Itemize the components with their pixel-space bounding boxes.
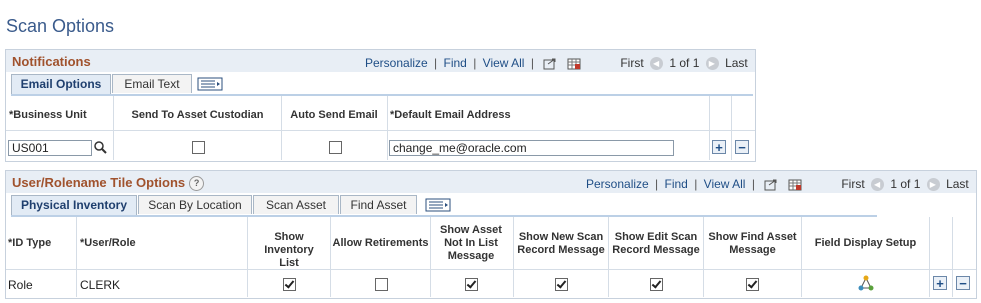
notifications-header: Notifications Personalize | Find | View … xyxy=(6,50,755,72)
show-edit-scan-checkbox[interactable] xyxy=(650,278,663,291)
first-label: First xyxy=(841,177,865,191)
id-type-value: Role xyxy=(8,278,33,292)
notifications-grid: Notifications Personalize | Find | View … xyxy=(5,49,756,162)
last-label: Last xyxy=(725,56,748,70)
delete-row-button[interactable]: − xyxy=(735,140,749,154)
personalize-link[interactable]: Personalize xyxy=(586,177,649,191)
col-field-display: Field Display Setup xyxy=(814,237,917,249)
add-row-button[interactable]: + xyxy=(712,140,726,154)
divider xyxy=(76,217,77,297)
nav-separator: | xyxy=(751,177,755,191)
personalize-link[interactable]: Personalize xyxy=(365,56,428,70)
zoom-icon[interactable] xyxy=(764,179,778,191)
tab-menu-icon[interactable] xyxy=(425,198,451,212)
tile-options-title-text: User/Rolename Tile Options xyxy=(12,175,186,190)
tab-find-asset[interactable]: Find Asset xyxy=(340,195,417,214)
tab-scan-by-location[interactable]: Scan By Location xyxy=(138,195,252,214)
tile-options-nav: Personalize | Find | View All | First ◀ … xyxy=(586,177,969,192)
next-icon[interactable]: ▶ xyxy=(926,178,940,192)
tab-menu-icon[interactable] xyxy=(197,77,223,91)
last-label: Last xyxy=(946,177,969,191)
tab-underline xyxy=(11,215,877,217)
notifications-nav: Personalize | Find | View All | First ◀ … xyxy=(365,56,748,71)
divider xyxy=(6,130,755,131)
show-inventory-list-checkbox[interactable] xyxy=(283,278,296,291)
view-all-link[interactable]: View All xyxy=(704,177,746,191)
divider xyxy=(430,217,431,297)
business-unit-input[interactable] xyxy=(8,140,92,156)
col-send-custodian: Send To Asset Custodian xyxy=(131,109,264,121)
view-all-link[interactable]: View All xyxy=(483,56,525,70)
tile-options-grid: User/Rolename Tile Options? Personalize … xyxy=(5,170,977,299)
divider xyxy=(330,217,331,297)
col-id-type: *ID Type xyxy=(8,237,52,249)
divider xyxy=(731,96,732,160)
col-business-unit: *Business Unit xyxy=(9,109,87,121)
nav-separator: | xyxy=(694,177,698,191)
tab-email-options[interactable]: Email Options xyxy=(11,74,111,95)
col-default-email: *Default Email Address xyxy=(390,109,511,121)
col-show-new-scan: Show New Scan Record Message xyxy=(517,231,605,256)
show-new-scan-checkbox[interactable] xyxy=(555,278,568,291)
show-not-in-list-checkbox[interactable] xyxy=(465,278,478,291)
tab-scan-asset[interactable]: Scan Asset xyxy=(253,195,339,214)
lookup-icon[interactable] xyxy=(94,141,107,154)
first-label: First xyxy=(620,56,644,70)
col-user-role: *User/Role xyxy=(80,237,136,249)
allow-retirements-checkbox[interactable] xyxy=(375,278,388,291)
find-link[interactable]: Find xyxy=(665,177,688,191)
col-show-find-asset: Show Find Asset Message xyxy=(708,231,797,256)
row-counter: 1 of 1 xyxy=(669,56,700,70)
col-show-edit-scan: Show Edit Scan Record Message xyxy=(612,231,700,256)
divider xyxy=(281,96,282,160)
zoom-icon[interactable] xyxy=(543,58,557,70)
divider xyxy=(801,217,802,297)
show-find-asset-checkbox[interactable] xyxy=(746,278,759,291)
row-counter: 1 of 1 xyxy=(890,177,921,191)
divider xyxy=(709,96,710,160)
divider xyxy=(387,96,388,160)
send-custodian-checkbox[interactable] xyxy=(192,141,205,154)
divider xyxy=(6,269,976,270)
nav-separator: | xyxy=(655,177,659,191)
nav-separator: | xyxy=(473,56,477,70)
divider xyxy=(513,217,514,297)
divider xyxy=(113,96,114,160)
col-show-not-in-list: Show Asset Not In List Message xyxy=(440,224,502,262)
tab-underline xyxy=(11,94,753,96)
download-grid-icon[interactable] xyxy=(788,179,802,191)
delete-row-button[interactable]: − xyxy=(956,276,970,290)
tab-email-text[interactable]: Email Text xyxy=(112,74,192,93)
tab-physical-inventory[interactable]: Physical Inventory xyxy=(11,195,137,216)
add-row-button[interactable]: + xyxy=(933,276,947,290)
divider xyxy=(952,217,953,297)
tile-options-header: User/Rolename Tile Options? Personalize … xyxy=(6,171,976,193)
field-display-icon[interactable] xyxy=(857,275,875,293)
divider xyxy=(929,217,930,297)
help-icon[interactable]: ? xyxy=(189,176,205,192)
download-grid-icon[interactable] xyxy=(567,58,581,70)
page-title: Scan Options xyxy=(6,16,115,37)
auto-send-checkbox[interactable] xyxy=(329,141,342,154)
col-auto-send: Auto Send Email xyxy=(290,109,378,121)
nav-separator: | xyxy=(434,56,438,70)
notifications-title: Notifications xyxy=(12,54,91,69)
col-allow-retirements: Allow Retirements xyxy=(332,237,429,249)
divider xyxy=(608,217,609,297)
user-role-value: CLERK xyxy=(80,278,121,292)
divider xyxy=(247,217,248,297)
tile-options-title: User/Rolename Tile Options? xyxy=(12,175,205,192)
nav-separator: | xyxy=(530,56,534,70)
default-email-input[interactable] xyxy=(389,140,674,156)
next-icon[interactable]: ▶ xyxy=(705,57,719,71)
prev-icon[interactable]: ◀ xyxy=(871,178,884,192)
col-show-inventory-list: Show Inventory List xyxy=(264,231,314,269)
prev-icon[interactable]: ◀ xyxy=(650,57,663,71)
divider xyxy=(703,217,704,297)
find-link[interactable]: Find xyxy=(444,56,467,70)
